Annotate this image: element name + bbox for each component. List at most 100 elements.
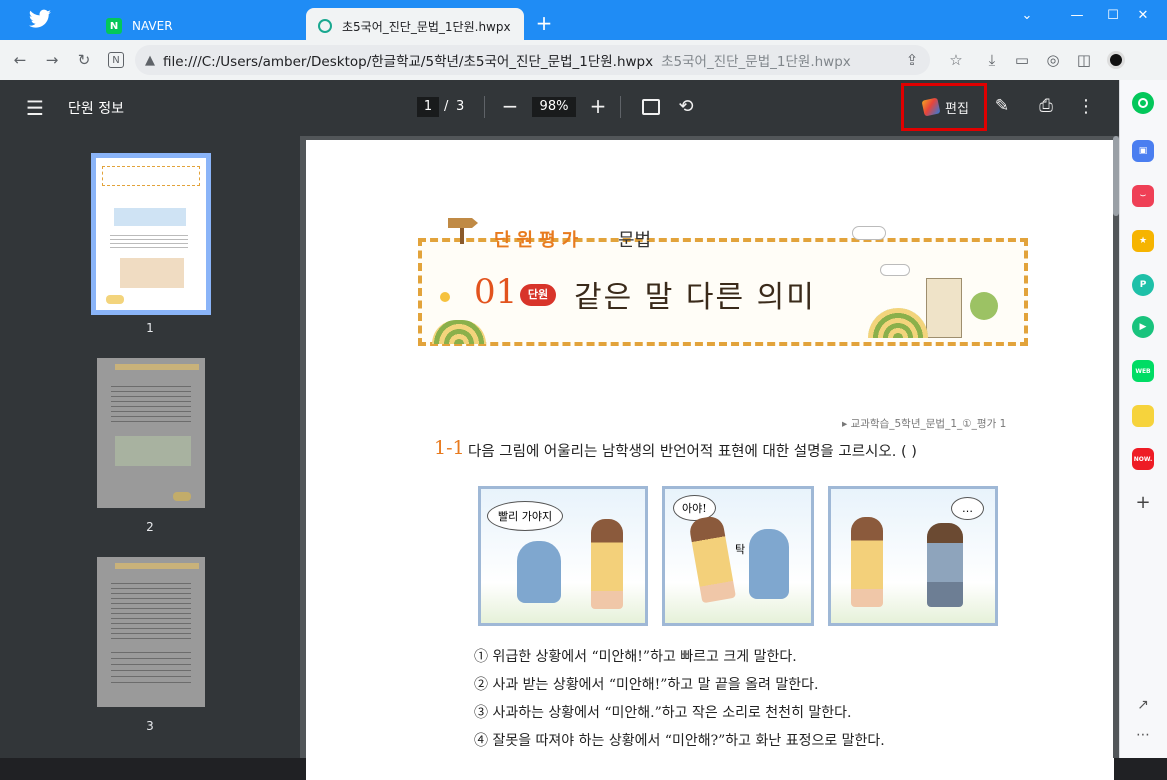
divider (484, 96, 485, 118)
tab-label: NAVER (132, 19, 173, 33)
boy-apologizing-illustration (927, 523, 963, 607)
browser-titlebar: N NAVER 초5국어_진단_문법_1단원.hwpx + ⌄ — ☐ ✕ (0, 0, 1167, 44)
thumbnail-preview (106, 295, 124, 304)
answer-option-4: ④ 잘못을 따져야 하는 상황에서 “미안해?”하고 화난 표정으로 말한다. (474, 733, 885, 749)
split-view-button[interactable]: ◫ (1072, 48, 1096, 72)
rotate-button[interactable]: ⟲ (674, 94, 698, 118)
bookmark-star-icon[interactable]: ★ (1132, 230, 1154, 252)
thumbnail-preview (173, 492, 191, 501)
share-button[interactable]: ⇪ (900, 48, 924, 72)
tab-search-button[interactable]: ⌄ (1004, 0, 1050, 30)
capture-button[interactable]: ◎ (1041, 48, 1065, 72)
forward-button[interactable]: → (40, 48, 64, 72)
briefcase-icon[interactable]: ▣ (1132, 140, 1154, 162)
twitter-icon[interactable] (28, 9, 52, 31)
play-icon[interactable]: ▶ (1132, 316, 1154, 338)
unit-number: 01 (474, 272, 518, 312)
divider (620, 96, 621, 118)
split-view-icon: ◫ (1076, 51, 1092, 69)
memo-icon[interactable] (1132, 405, 1154, 427)
thumbnail-page-2[interactable] (97, 358, 205, 508)
plus-icon: + (1135, 492, 1151, 513)
arrow-left-icon: ← (13, 51, 27, 69)
tab-naver[interactable]: N NAVER (98, 8, 298, 44)
more-options-button[interactable]: ⋮ (1074, 94, 1098, 118)
cartoon-panel-1: 빨리 가야지 (478, 486, 648, 626)
url-text: file:///C:/Users/amber/Desktop/한글학교/5학년/… (163, 54, 654, 70)
hamburger-icon: ☰ (26, 96, 44, 120)
back-button[interactable]: ← (8, 48, 32, 72)
thumbnail-preview (111, 579, 191, 639)
minimize-icon: — (1070, 7, 1084, 23)
add-sidebar-button[interactable]: + (1132, 492, 1154, 514)
reload-button[interactable]: ↻ (72, 48, 96, 72)
right-sidebar: ▣ ⌣ ★ P ▶ WEB NOW. + ↗ ⋯ (1119, 80, 1167, 758)
page-number-input[interactable]: 1 (417, 97, 439, 117)
browser-toolbar: ← → ↻ N ▲ file:///C:/Users/amber/Desktop… (0, 40, 1167, 80)
thumbnail-preview (115, 436, 191, 466)
thumbnail-page-3[interactable] (97, 557, 205, 707)
tree-illustration (970, 292, 998, 320)
highlight-box (901, 83, 987, 131)
annotate-button[interactable]: ✎ (990, 94, 1014, 118)
unit-badge: 단원 (520, 284, 556, 306)
kebab-menu-icon: ⋮ (1077, 95, 1095, 117)
close-icon: ✕ (1137, 7, 1149, 23)
naver-home-button[interactable]: N (104, 48, 128, 72)
video-button[interactable]: ▭ (1010, 48, 1034, 72)
speech-bubble: … (951, 497, 984, 520)
thumbnail-preview (115, 563, 199, 569)
tab-hwpx-document[interactable]: 초5국어_진단_문법_1단원.hwpx (306, 8, 524, 44)
banner-top-text: 단원평가 (494, 230, 585, 251)
sidebar-more-button[interactable]: ⋯ (1132, 724, 1154, 746)
menu-button[interactable]: ☰ (22, 96, 48, 120)
thumbnail-label: 3 (146, 719, 154, 733)
open-external-button[interactable]: ↗ (1132, 694, 1154, 716)
pocket-icon[interactable]: ⌣ (1132, 185, 1154, 207)
minus-icon: − (501, 94, 519, 118)
boy-running-illustration (749, 529, 789, 599)
source-reference: ▸ 교과학습_5학년_문법_1_①_평가 1 (842, 418, 1007, 430)
zoom-input[interactable]: 98% (532, 97, 576, 117)
papago-icon[interactable]: P (1132, 274, 1154, 296)
unit-banner: 단원평가 문법 01 단원 같은 말 다른 의미 (418, 218, 1028, 346)
banner-subject: 문법 (618, 230, 652, 251)
address-bar[interactable]: ▲ file:///C:/Users/amber/Desktop/한글학교/5학… (135, 45, 930, 75)
signpost-icon (444, 214, 480, 244)
reload-icon: ↻ (77, 51, 91, 69)
question-text: 다음 그림에 어울리는 남학생의 반언어적 표현에 대한 설명을 고르시오. (… (468, 444, 917, 460)
document-viewer[interactable]: 단원평가 문법 01 단원 같은 말 다른 의미 ▸ 교과학습_5학년_문법_1… (300, 136, 1119, 780)
loading-icon (318, 19, 332, 33)
boy-running-illustration (517, 541, 561, 603)
document-page: 단원평가 문법 01 단원 같은 말 다른 의미 ▸ 교과학습_5학년_문법_1… (306, 140, 1114, 780)
thumbnail-preview (114, 208, 186, 226)
new-tab-button[interactable]: + (532, 12, 556, 36)
webtoon-icon[interactable]: WEB (1132, 360, 1154, 382)
avatar (1107, 51, 1125, 69)
speech-bubble: 빨리 가야지 (487, 501, 564, 531)
now-icon[interactable]: NOW. (1132, 448, 1154, 470)
pencil-icon: ✎ (994, 96, 1010, 116)
girl-illustration (591, 519, 623, 609)
profile-button[interactable] (1104, 48, 1128, 72)
search-app-icon[interactable] (1132, 92, 1154, 114)
unit-title: 같은 말 다른 의미 (574, 280, 816, 315)
hill-illustration (868, 308, 928, 338)
rotate-icon: ⟲ (678, 95, 694, 117)
external-link-icon: ↗ (1137, 697, 1149, 713)
close-button[interactable]: ✕ (1120, 0, 1166, 30)
fit-page-button[interactable] (640, 96, 662, 118)
favorites-button[interactable]: ☆ (944, 48, 968, 72)
hill-illustration (432, 320, 486, 344)
zoom-out-button[interactable]: − (498, 94, 522, 118)
girl-falling-illustration (687, 514, 737, 604)
thumbnail-page-1[interactable] (91, 153, 211, 315)
answer-option-1: ① 위급한 상황에서 “미안해!”하고 빠르고 크게 말한다. (474, 649, 797, 665)
ring-icon (1138, 98, 1148, 108)
download-button[interactable]: ⤓ (980, 48, 1004, 72)
zoom-in-button[interactable]: + (586, 94, 610, 118)
print-button[interactable]: ⎙ (1034, 94, 1058, 118)
cartoon-panel-3: … (828, 486, 998, 626)
thumbnail-label: 1 (146, 321, 154, 335)
document-title: 단원 정보 (68, 101, 124, 117)
